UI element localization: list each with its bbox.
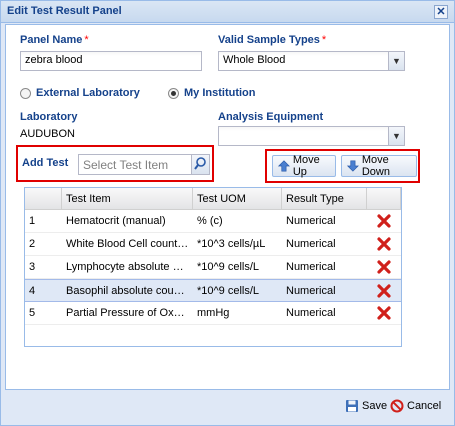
search-icon[interactable] — [191, 155, 209, 174]
table-row-selected[interactable]: 4 Basophil absolute count ... *10^9 cell… — [25, 279, 401, 302]
required-mark: * — [84, 34, 89, 46]
row-result-type: Numerical — [286, 261, 336, 273]
row-test-item: Lymphocyte absolute co... — [66, 261, 193, 273]
radio-institution-label: My Institution — [184, 87, 256, 99]
window-title: Edit Test Result Panel — [7, 5, 122, 17]
test-items-grid: Test Item Test UOM Result Type 1 Hematoc… — [24, 187, 402, 347]
arrow-down-icon — [346, 160, 359, 172]
sample-types-label-text: Valid Sample Types — [218, 34, 320, 46]
equipment-select[interactable]: ▼ — [218, 126, 405, 146]
col-header-actions — [367, 188, 401, 209]
move-up-label: Move Up — [292, 154, 320, 178]
row-test-uom: *10^9 cells/L — [197, 261, 260, 273]
floppy-disk-icon — [346, 400, 358, 412]
panel-name-label-text: Panel Name — [20, 34, 83, 46]
table-row[interactable]: 2 White Blood Cell count (... *10^3 cell… — [25, 233, 401, 256]
sample-types-value: Whole Blood — [223, 54, 286, 66]
radio-external-laboratory[interactable]: External Laboratory — [20, 87, 140, 99]
panel-name-input[interactable]: zebra blood — [20, 51, 202, 71]
cancel-button[interactable]: Cancel — [390, 399, 441, 413]
row-test-uom: *10^9 cells/L — [197, 284, 260, 297]
add-test-label: Add Test — [22, 157, 69, 169]
chevron-down-icon[interactable]: ▼ — [388, 126, 405, 146]
row-result-type: Numerical — [286, 238, 336, 250]
delete-icon[interactable] — [367, 306, 401, 320]
row-number: 5 — [29, 307, 36, 319]
delete-icon[interactable] — [367, 214, 401, 228]
table-row[interactable]: 5 Partial Pressure of Oxygen mmHg Numeri… — [25, 302, 401, 325]
table-row[interactable]: 3 Lymphocyte absolute co... *10^9 cells/… — [25, 256, 401, 279]
row-number: 3 — [29, 261, 36, 273]
move-down-label: Move Down — [361, 154, 390, 178]
save-label: Save — [362, 400, 388, 412]
row-test-item: Basophil absolute count ... — [66, 284, 193, 297]
row-test-uom: mmHg — [197, 307, 230, 319]
dialog-body: Panel Name * zebra blood Valid Sample Typ… — [5, 24, 450, 390]
dialog-window: Edit Test Result Panel ✕ Panel Name * zeb… — [0, 0, 455, 426]
test-search-input[interactable]: Select Test Item — [78, 154, 210, 175]
cancel-label: Cancel — [407, 400, 442, 412]
row-number: 1 — [29, 215, 36, 227]
search-placeholder: Select Test Item — [83, 158, 169, 172]
sample-types-label: Valid Sample Types * — [218, 34, 326, 46]
radio-circle-icon — [20, 87, 31, 99]
cancel-icon — [390, 399, 404, 413]
row-result-type: Numerical — [286, 307, 336, 319]
close-icon[interactable]: ✕ — [434, 5, 448, 19]
table-row[interactable]: 1 Hematocrit (manual) % (c) Numerical — [25, 210, 401, 233]
laboratory-value: AUDUBON — [20, 128, 76, 140]
arrow-up-icon — [277, 160, 290, 172]
row-number: 2 — [29, 238, 36, 250]
delete-icon[interactable] — [367, 283, 401, 298]
radio-external-label: External Laboratory — [36, 87, 140, 99]
grid-header: Test Item Test UOM Result Type — [25, 188, 401, 210]
row-number: 4 — [29, 284, 36, 297]
save-button[interactable]: Save — [345, 399, 387, 413]
move-up-button[interactable]: Move Up — [272, 154, 336, 178]
panel-name-value: zebra blood — [25, 54, 83, 66]
move-down-button[interactable]: Move Down — [341, 154, 417, 178]
row-test-item: Partial Pressure of Oxygen — [66, 307, 193, 319]
chevron-down-icon[interactable]: ▼ — [388, 51, 405, 71]
radio-my-institution[interactable]: My Institution — [168, 87, 256, 99]
row-result-type: Numerical — [286, 284, 336, 297]
col-header-number[interactable] — [25, 188, 62, 209]
col-header-test-item[interactable]: Test Item — [62, 188, 193, 209]
laboratory-label: Laboratory — [20, 111, 78, 123]
radio-selected-icon — [168, 87, 179, 99]
row-test-item: White Blood Cell count (... — [66, 238, 193, 250]
sample-types-select[interactable]: Whole Blood ▼ — [218, 51, 405, 71]
row-test-item: Hematocrit (manual) — [66, 215, 166, 227]
row-test-uom: *10^3 cells/µL — [197, 238, 266, 250]
row-test-uom: % (c) — [197, 215, 223, 227]
delete-icon[interactable] — [367, 237, 401, 251]
col-header-test-uom[interactable]: Test UOM — [193, 188, 282, 209]
delete-icon[interactable] — [367, 260, 401, 274]
panel-name-label: Panel Name * — [20, 34, 89, 46]
row-result-type: Numerical — [286, 215, 336, 227]
dialog-footer: Save Cancel — [1, 391, 454, 425]
required-mark: * — [321, 34, 327, 46]
title-bar[interactable]: Edit Test Result Panel ✕ — [1, 1, 454, 23]
equipment-label: Analysis Equipment — [218, 111, 324, 123]
col-header-result-type[interactable]: Result Type — [282, 188, 367, 209]
